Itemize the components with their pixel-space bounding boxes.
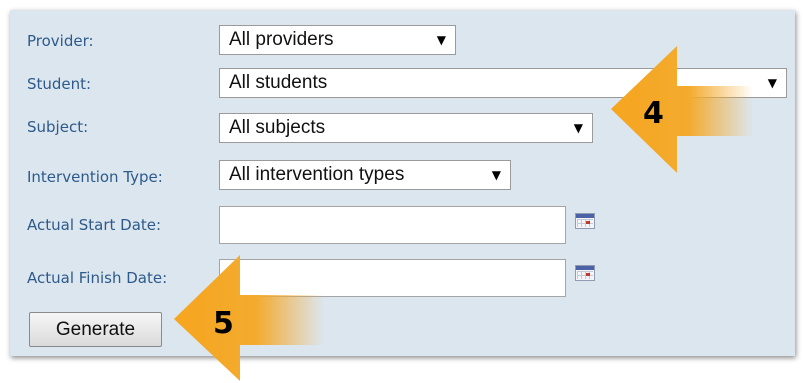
provider-select[interactable]: All providers ▼ <box>219 25 456 55</box>
subject-select[interactable]: All subjects ▼ <box>219 113 593 143</box>
calendar-icon[interactable] <box>575 213 595 229</box>
calendar-icon[interactable] <box>575 265 595 281</box>
chevron-down-icon: ▼ <box>767 76 777 90</box>
actual-start-date-input[interactable] <box>219 206 566 244</box>
intervention-type-select[interactable]: All intervention types ▼ <box>219 160 511 190</box>
actual-start-date-label: Actual Start Date: <box>27 216 162 234</box>
provider-label: Provider: <box>27 32 94 50</box>
callout-number-5: 5 <box>213 306 234 341</box>
subject-select-value: All subjects <box>229 117 326 138</box>
provider-select-value: All providers <box>229 29 334 50</box>
intervention-type-select-value: All intervention types <box>229 164 405 185</box>
subject-label: Subject: <box>27 118 89 136</box>
callout-arrow-4 <box>611 46 753 173</box>
chevron-down-icon: ▼ <box>491 168 501 182</box>
actual-finish-date-label: Actual Finish Date: <box>27 269 168 287</box>
generate-button[interactable]: Generate <box>29 312 162 347</box>
student-select-value: All students <box>229 72 328 93</box>
intervention-type-label: Intervention Type: <box>27 168 163 186</box>
chevron-down-icon: ▼ <box>436 33 446 47</box>
callout-number-4: 4 <box>643 96 664 131</box>
callout-arrow-5 <box>174 255 324 381</box>
student-label: Student: <box>27 75 92 93</box>
chevron-down-icon: ▼ <box>573 121 583 135</box>
